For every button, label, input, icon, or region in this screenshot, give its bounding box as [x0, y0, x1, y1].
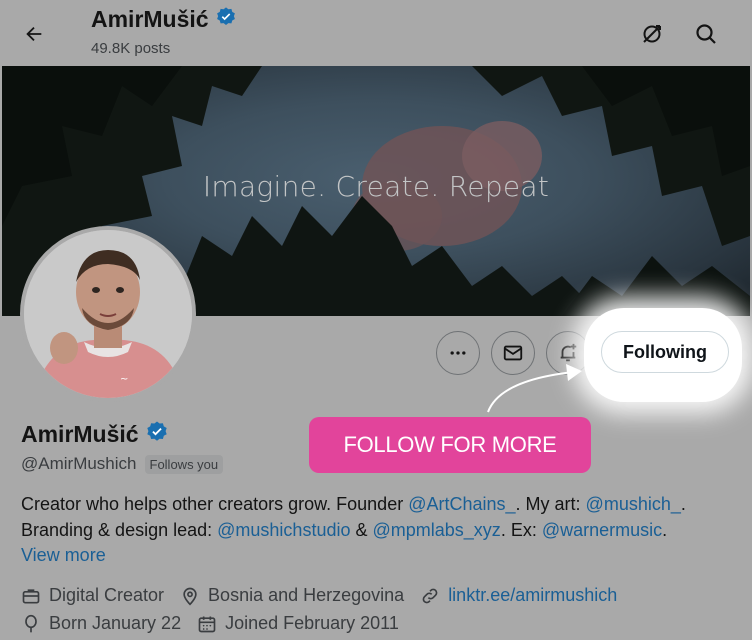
location-item: Bosnia and Herzegovina	[180, 585, 404, 606]
joined-item: Joined February 2011	[197, 613, 399, 634]
bio-text: &	[350, 520, 373, 540]
joined-label: Joined February 2011	[225, 613, 399, 633]
verified-badge-icon	[215, 6, 237, 33]
top-bar: AmirMušić 49.8K posts	[0, 0, 752, 66]
post-count: 49.8K posts	[91, 40, 171, 57]
avatar-photo: ~	[24, 230, 192, 398]
category-item: Digital Creator	[21, 585, 164, 606]
grok-icon[interactable]	[636, 18, 668, 50]
bio-link-warnermusic[interactable]: @warnermusic	[542, 520, 662, 540]
profile-handle: @AmirMushich	[21, 454, 137, 473]
bio-text: . Ex:	[500, 520, 542, 540]
profile-bio: Creator who helps other creators grow. F…	[21, 491, 741, 543]
profile-name-row: AmirMušić	[21, 420, 169, 449]
website-link[interactable]: linktr.ee/amirmushich	[448, 585, 617, 606]
bio-link-artchains[interactable]: @ArtChains_	[408, 494, 515, 514]
handle-row: @AmirMushich Follows you	[21, 454, 224, 474]
following-button[interactable]: Following	[601, 331, 729, 373]
bio-text: Creator who helps other creators grow. F…	[21, 494, 409, 514]
header-name: AmirMušić	[91, 6, 209, 32]
location-pin-icon	[180, 586, 200, 606]
message-button[interactable]	[491, 331, 535, 375]
balloon-icon	[21, 614, 41, 634]
bio-link-mushichstudio[interactable]: @mushichstudio	[217, 520, 350, 540]
profile-meta-row-2: Born January 22 Joined February 2011	[21, 613, 415, 634]
follow-for-more-banner: FOLLOW FOR MORE	[309, 417, 591, 473]
bio-text: .	[662, 520, 668, 540]
birthday-item: Born January 22	[21, 613, 181, 634]
website-item[interactable]: linktr.ee/amirmushich	[420, 585, 617, 606]
envelope-icon	[503, 345, 523, 361]
more-options-button[interactable]	[436, 331, 480, 375]
more-dots-icon	[450, 351, 466, 355]
avatar[interactable]: ~	[20, 226, 196, 402]
profile-name: AmirMušić	[21, 421, 139, 447]
header-title: AmirMušić	[91, 6, 237, 33]
category-label: Digital Creator	[49, 585, 165, 605]
svg-text:~: ~	[120, 374, 128, 385]
briefcase-icon	[21, 586, 41, 606]
view-more-link[interactable]: View more	[21, 545, 106, 566]
banner-tagline: Imagine. Create. Repeat	[202, 170, 550, 203]
follows-you-badge: Follows you	[144, 454, 224, 474]
calendar-icon	[197, 614, 217, 634]
bio-link-mpmlabs[interactable]: @mpmlabs_xyz	[373, 520, 501, 540]
profile-meta-row: Digital Creator Bosnia and Herzegovina l…	[21, 585, 633, 606]
bell-plus-icon	[560, 343, 577, 362]
link-icon	[420, 586, 440, 606]
back-arrow-icon[interactable]	[18, 18, 50, 50]
bio-text: . My art:	[515, 494, 586, 514]
location-label: Bosnia and Herzegovina	[208, 585, 405, 605]
born-label: Born January 22	[49, 613, 182, 633]
verified-badge-icon[interactable]	[145, 420, 169, 449]
search-icon[interactable]	[690, 18, 722, 50]
bio-link-mushich[interactable]: @mushich_	[586, 494, 681, 514]
